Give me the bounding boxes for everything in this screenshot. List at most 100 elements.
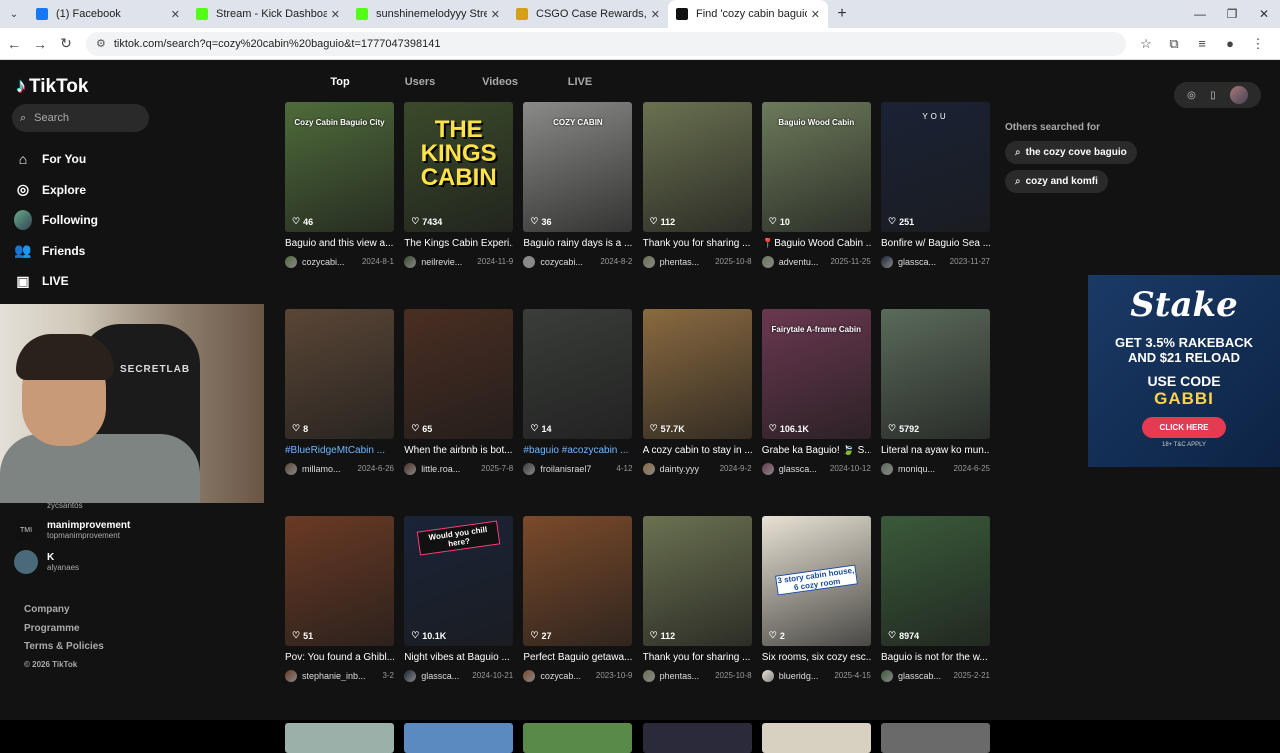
video-caption[interactable]: Literal na ayaw ko mun... (881, 445, 990, 456)
sidebar-item-explore[interactable]: ◎ Explore (14, 175, 98, 206)
video-card[interactable]: COZY CABIN ♡ 36 Baguio rainy days is a ... c… (523, 102, 633, 268)
video-card[interactable]: ♡ 112 Thank you for sharing ... phentas... 2… (642, 102, 752, 268)
creator-username[interactable]: phentas... (660, 671, 712, 681)
tab-close-icon[interactable]: ✕ (651, 8, 660, 21)
creator-username[interactable]: millamo... (302, 464, 354, 474)
following-item[interactable]: Kalyanaes (14, 546, 130, 578)
video-thumbnail[interactable]: ♡ 65 (404, 309, 514, 439)
video-thumbnail[interactable]: Baguio Wood Cabin ♡ 10 (761, 102, 871, 232)
browser-tab[interactable]: sunshinemelodyyy Stream - W… ✕ (348, 0, 508, 28)
minimize-icon[interactable]: — (1184, 0, 1216, 28)
creator-avatar[interactable] (761, 669, 774, 682)
video-card-partial[interactable] (404, 723, 514, 753)
creator-avatar[interactable] (285, 462, 297, 475)
tab-top[interactable]: Top (300, 76, 380, 98)
creator-avatar[interactable] (523, 669, 536, 682)
tab-close-icon[interactable]: ✕ (491, 8, 500, 21)
video-thumbnail[interactable]: Fairytale A-frame Cabin ♡ 106.1K (761, 309, 871, 439)
video-card-partial[interactable] (642, 723, 752, 753)
video-card[interactable]: Cozy Cabin Baguio City ♡ 46 Baguio and this… (285, 102, 394, 268)
following-item[interactable]: TMI manimprovement topmanimprovement (14, 514, 130, 546)
video-caption[interactable]: Night vibes at Baguio ... (404, 652, 513, 663)
video-caption[interactable]: Grabe ka Baguio! 🍃 S... (762, 445, 871, 456)
video-thumbnail[interactable]: Cozy Cabin Baguio City ♡ 46 (285, 102, 394, 232)
video-thumbnail[interactable]: ♡ 14 (523, 309, 633, 439)
video-thumbnail[interactable]: ♡ 112 (642, 516, 752, 646)
video-card[interactable]: 3 story cabin house, 6 cozy room ♡ 2 Six ro… (761, 516, 871, 682)
related-search-chip[interactable]: ⌕ the cozy cove baguio (1005, 141, 1137, 164)
video-card-partial[interactable] (881, 723, 990, 753)
tab-live[interactable]: LIVE (540, 76, 620, 98)
tab-search-icon[interactable]: ⌄ (0, 0, 28, 28)
media-icon[interactable]: ≡ (1188, 36, 1216, 52)
creator-avatar[interactable] (761, 462, 774, 475)
creator-username[interactable]: phentas... (660, 257, 712, 267)
creator-username[interactable]: cozycabi... (302, 257, 358, 267)
creator-username[interactable]: cozycab... (540, 671, 592, 681)
video-caption[interactable]: Six rooms, six cozy esc... (762, 652, 871, 663)
creator-avatar[interactable] (285, 255, 297, 268)
video-card[interactable]: YOU ♡ 251 Bonfire w/ Baguio Sea ... glassca.… (881, 102, 990, 268)
video-thumbnail[interactable] (642, 723, 752, 753)
tab-close-icon[interactable]: ✕ (811, 8, 820, 21)
tab-videos[interactable]: Videos (460, 76, 540, 98)
tab-users[interactable]: Users (380, 76, 460, 98)
creator-avatar[interactable] (404, 462, 417, 475)
creator-avatar[interactable] (881, 669, 893, 682)
video-thumbnail[interactable]: 3 story cabin house, 6 cozy room ♡ 2 (761, 516, 871, 646)
coins-icon[interactable]: ◎ (1187, 90, 1196, 101)
back-icon[interactable]: ← (2, 32, 26, 56)
video-caption[interactable]: Baguio is not for the w... (881, 652, 990, 663)
creator-avatar[interactable] (642, 462, 655, 475)
browser-tab[interactable]: Find 'cozy cabin baguio' on Tik… ✕ (668, 0, 828, 28)
creator-username[interactable]: glassca... (421, 671, 468, 681)
creator-username[interactable]: glasscab... (898, 671, 950, 681)
close-window-icon[interactable]: ✕ (1248, 0, 1280, 28)
video-thumbnail[interactable]: ♡ 8 (285, 309, 394, 439)
video-thumbnail[interactable]: YOU ♡ 251 (881, 102, 990, 232)
user-avatar[interactable] (1229, 86, 1248, 104)
footer-terms[interactable]: Terms & Policies (24, 641, 104, 660)
creator-avatar[interactable] (642, 669, 655, 682)
video-caption[interactable]: Baguio rainy days is a ... (523, 238, 632, 249)
menu-icon[interactable]: ⋮ (1244, 36, 1272, 52)
creator-username[interactable]: moniqu... (898, 464, 950, 474)
creator-avatar[interactable] (523, 462, 536, 475)
creator-avatar[interactable] (404, 255, 417, 268)
browser-tab[interactable]: (1) Facebook ✕ (28, 0, 188, 28)
creator-avatar[interactable] (642, 255, 655, 268)
creator-avatar[interactable] (285, 669, 297, 682)
video-thumbnail[interactable] (285, 723, 394, 753)
device-icon[interactable]: ▯ (1210, 90, 1216, 101)
extensions-icon[interactable]: ⧉ (1160, 36, 1188, 52)
video-card-partial[interactable] (285, 723, 394, 753)
creator-username[interactable]: stephanie_inb... (302, 671, 378, 681)
creator-username[interactable]: little.roa... (421, 464, 477, 474)
creator-username[interactable]: adventu... (779, 257, 827, 267)
browser-tab[interactable]: Stream - Kick Dashboard ✕ (188, 0, 348, 28)
profile-icon[interactable]: ● (1216, 36, 1244, 52)
video-caption[interactable]: Baguio and this view a... (285, 238, 394, 249)
footer-company[interactable]: Company (24, 604, 104, 623)
creator-username[interactable]: cozycabi... (540, 257, 596, 267)
creator-avatar[interactable] (881, 462, 893, 475)
sidebar-item-following[interactable]: Following (14, 205, 98, 236)
video-caption[interactable]: The Kings Cabin Experi... (404, 238, 513, 249)
video-thumbnail[interactable]: ♡ 51 (285, 516, 394, 646)
video-thumbnail[interactable]: THE KINGS CABIN ♡ 7434 (404, 102, 514, 232)
forward-icon[interactable]: → (28, 32, 52, 56)
video-card[interactable]: THE KINGS CABIN ♡ 7434 The Kings Cabin Expe… (404, 102, 514, 268)
video-card[interactable]: ♡ 8 #BlueRidgeMtCabin ... millamo... 2024-6-… (285, 309, 394, 475)
video-thumbnail[interactable]: COZY CABIN ♡ 36 (523, 102, 633, 232)
video-thumbnail[interactable] (404, 723, 514, 753)
video-caption[interactable]: #BlueRidgeMtCabin ... (285, 445, 394, 456)
video-thumbnail[interactable]: ♡ 5792 (881, 309, 990, 439)
sidebar-item-friends[interactable]: 👥 Friends (14, 236, 98, 267)
video-thumbnail[interactable]: ♡ 112 (642, 102, 752, 232)
video-card[interactable]: ♡ 14 #baguio #acozycabin ... froilanisrael7… (523, 309, 633, 475)
video-thumbnail[interactable] (523, 723, 633, 753)
video-card[interactable]: ♡ 27 Perfect Baguio getawa... cozycab... 202… (523, 516, 633, 682)
restore-icon[interactable]: ❐ (1216, 0, 1248, 28)
video-card[interactable]: ♡ 8974 Baguio is not for the w... glasscab.… (881, 516, 990, 682)
creator-username[interactable]: glassca... (779, 464, 826, 474)
